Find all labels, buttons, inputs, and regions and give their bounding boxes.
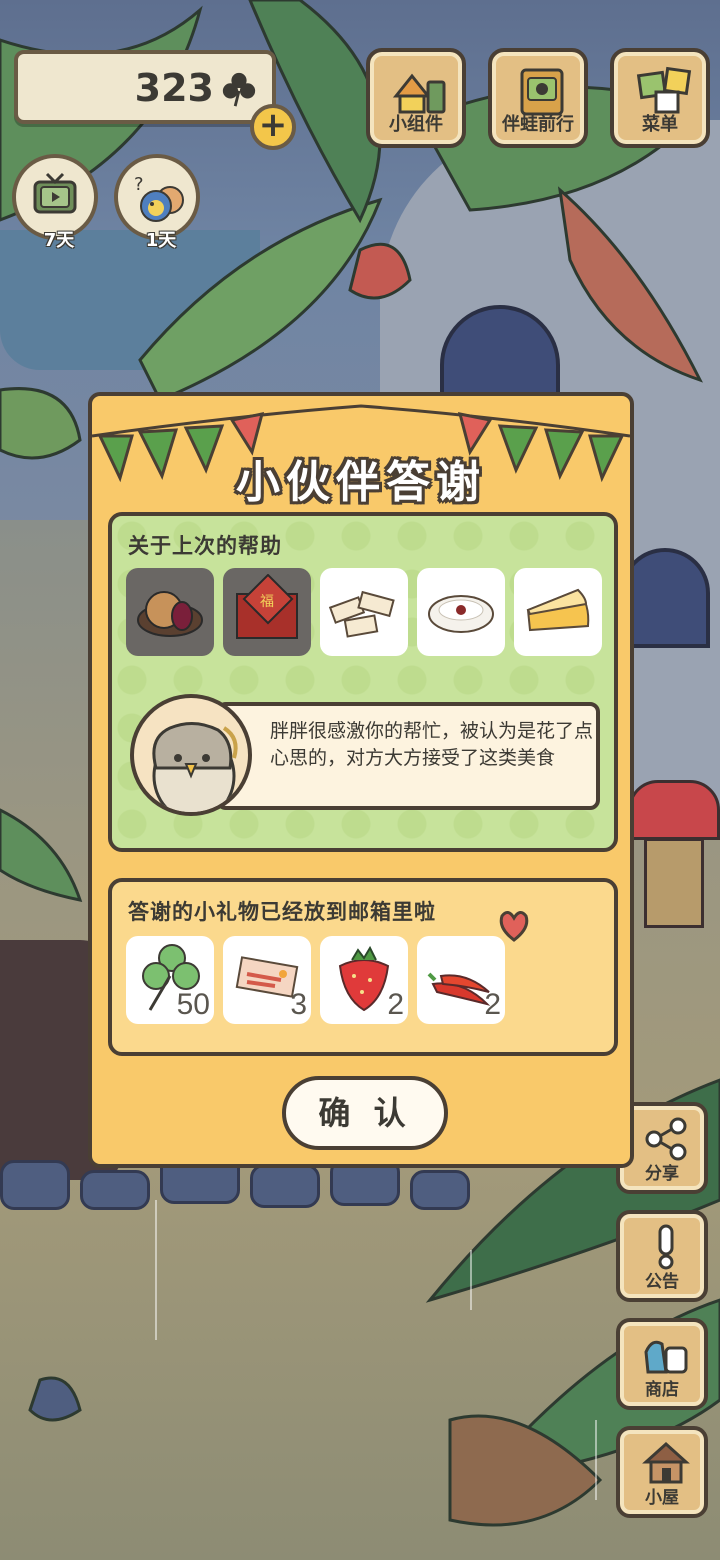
thanks-dialog: 小伙伴答谢 关于上次的帮助 福 胖胖很感激你的帮忙，被认为是花了点心思的，对方大… (88, 392, 634, 1168)
help-heading: 关于上次的帮助 (128, 534, 282, 558)
gift-box-icon: 福 (236, 574, 298, 639)
gift-list: 50 3 2 2 (126, 911, 606, 1028)
gift-count: 2 (484, 988, 501, 1021)
owl-icon (152, 722, 238, 812)
journey-label: 伴蛙前行 (502, 114, 574, 135)
visitor-friends-icon: ? (134, 174, 184, 222)
house-icon (642, 1441, 690, 1484)
food-item-porridge[interactable] (417, 568, 505, 656)
new-heart-icon (499, 911, 529, 942)
tv-icon (33, 172, 77, 214)
confirm-button[interactable]: 确 认 (282, 1076, 448, 1150)
menu-label: 菜单 (642, 114, 678, 135)
gift-item-strawberry[interactable]: 2 (320, 936, 408, 1024)
shop-button[interactable]: 商店 (616, 1318, 708, 1410)
house-button[interactable]: 小屋 (616, 1426, 708, 1518)
clover-icon (222, 72, 256, 107)
gift-count: 50 (176, 988, 210, 1021)
thanks-message: 胖胖很感激你的帮忙，被认为是花了点心思的，对方大方接受了这类美食 (270, 720, 594, 769)
journey-button[interactable]: 伴蛙前行 (488, 48, 588, 148)
add-clover-button[interactable]: + (250, 104, 296, 150)
mooncake-icon (137, 591, 203, 637)
clover-count: 323 (134, 66, 214, 110)
food-list: 福 (126, 568, 606, 658)
exclamation-icon (658, 1224, 674, 1270)
gift-item-clover[interactable]: 50 (126, 936, 214, 1024)
food-item-cheese[interactable] (514, 568, 602, 656)
help-panel: 关于上次的帮助 福 胖胖很感激你的帮忙，被认为是花了点心思的，对方大方接受了这类… (108, 512, 618, 852)
food-item-mooncake[interactable] (126, 568, 214, 656)
thanks-message-bubble: 胖胖很感激你的帮忙，被认为是花了点心思的，对方大方接受了这类美食 (216, 702, 600, 810)
visitor-days-label: 1天 (145, 230, 177, 251)
svg-text:福: 福 (260, 594, 274, 610)
shop-bag-icon (644, 1340, 688, 1374)
widget-button[interactable]: 小组件 (366, 48, 466, 148)
gift-item-chili-pepper[interactable]: 2 (417, 936, 505, 1024)
notice-button[interactable]: 公告 (616, 1210, 708, 1302)
svg-text:?: ? (134, 174, 144, 195)
gift-count: 2 (387, 988, 404, 1021)
widget-label: 小组件 (389, 114, 443, 135)
menu-button[interactable]: 菜单 (610, 48, 710, 148)
food-item-nougat[interactable] (320, 568, 408, 656)
friend-avatar (130, 694, 252, 816)
share-icon (645, 1117, 687, 1161)
gift-count: 3 (290, 988, 307, 1021)
house-label: 小屋 (645, 1488, 679, 1508)
shop-label: 商店 (645, 1380, 679, 1400)
notice-label: 公告 (645, 1272, 679, 1292)
share-label: 分享 (645, 1164, 679, 1184)
porridge-icon (428, 595, 494, 633)
clover-counter: 323 (14, 50, 276, 124)
gift-panel: 答谢的小礼物已经放到邮箱里啦 50 3 2 2 (108, 878, 618, 1056)
cheese-icon (526, 588, 590, 632)
gift-heading: 答谢的小礼物已经放到邮箱里啦 (128, 900, 436, 924)
tv-days-label: 7天 (43, 230, 75, 251)
dialog-title: 小伙伴答谢 (236, 457, 486, 508)
nougat-icon (328, 590, 395, 638)
gift-item-ticket[interactable]: 3 (223, 936, 311, 1024)
food-item-gift-box[interactable]: 福 (223, 568, 311, 656)
mailbox[interactable] (628, 780, 720, 930)
